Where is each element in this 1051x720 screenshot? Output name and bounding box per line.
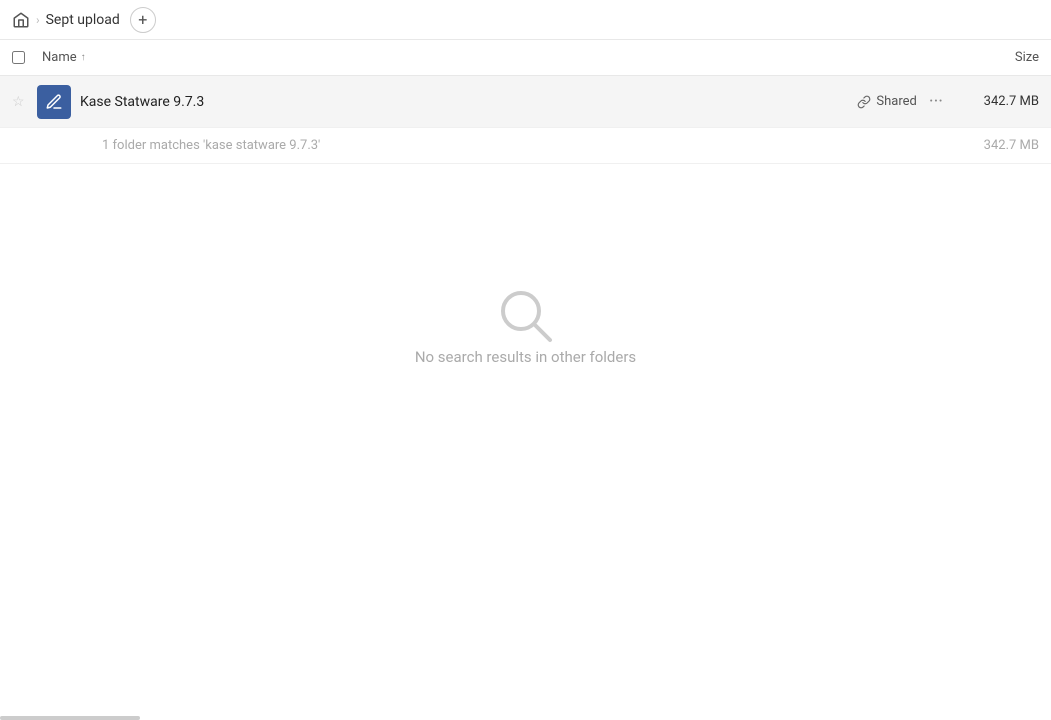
- file-row[interactable]: ☆ Kase Statware 9.7.3 Shared ··· 342.7 M…: [0, 76, 1051, 128]
- star-button[interactable]: ☆: [12, 94, 36, 110]
- empty-state-message: No search results in other folders: [415, 348, 636, 366]
- scrollbar[interactable]: [0, 716, 140, 720]
- match-info-size: 342.7 MB: [959, 138, 1039, 153]
- no-results-icon: [494, 284, 558, 348]
- pencil-icon: [45, 93, 63, 111]
- shared-badge: Shared: [857, 94, 916, 109]
- shared-label: Shared: [876, 94, 916, 109]
- select-all-checkbox[interactable]: [12, 51, 25, 64]
- name-column-header[interactable]: Name ↑: [42, 50, 939, 65]
- folder-icon-box: [37, 85, 71, 119]
- file-name-label: Kase Statware 9.7.3: [80, 94, 857, 110]
- breadcrumb-bar: › Sept upload +: [0, 0, 1051, 40]
- size-column-header: Size: [939, 50, 1039, 65]
- name-column-label: Name: [42, 50, 77, 65]
- column-header-row: Name ↑ Size: [0, 40, 1051, 76]
- home-button[interactable]: [12, 11, 30, 29]
- breadcrumb-current: Sept upload: [46, 12, 120, 28]
- file-icon-wrap: [36, 84, 72, 120]
- home-icon: [12, 11, 30, 29]
- sort-arrow-icon: ↑: [81, 52, 86, 63]
- add-button[interactable]: +: [130, 7, 156, 33]
- match-info-text: 1 folder matches 'kase statware 9.7.3': [102, 138, 959, 153]
- link-icon: [857, 95, 871, 109]
- select-all-checkbox-wrap[interactable]: [12, 51, 42, 64]
- match-info-row: 1 folder matches 'kase statware 9.7.3' 3…: [0, 128, 1051, 164]
- star-icon: ☆: [12, 94, 25, 110]
- more-options-button[interactable]: ···: [929, 91, 943, 112]
- empty-state: No search results in other folders: [0, 204, 1051, 446]
- file-size-value: 342.7 MB: [959, 94, 1039, 109]
- breadcrumb-separator: ›: [36, 13, 40, 27]
- more-options-icon: ···: [929, 91, 943, 112]
